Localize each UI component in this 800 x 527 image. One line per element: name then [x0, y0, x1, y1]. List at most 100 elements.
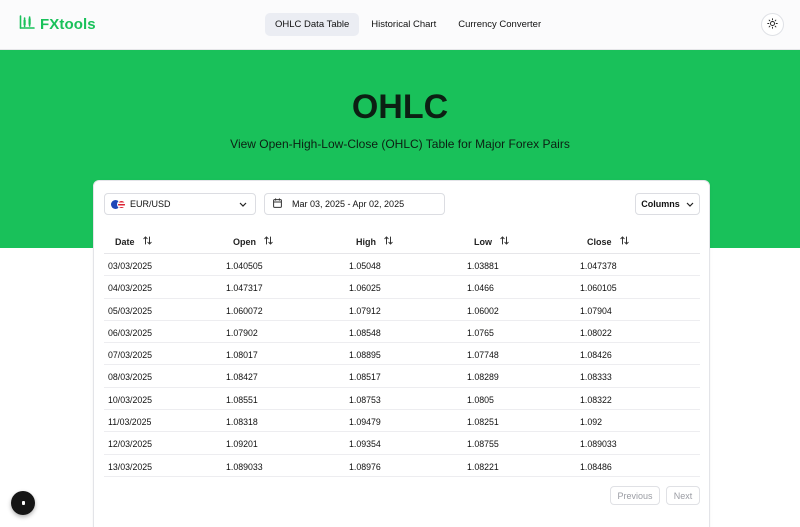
cell-low: 1.0466	[467, 283, 494, 294]
cell-open: 1.08318	[226, 417, 258, 428]
cell-open: 1.08427	[226, 372, 258, 383]
cell-low: 1.08755	[467, 439, 499, 450]
cell-low: 1.0805	[467, 394, 494, 405]
column-header-close[interactable]: Close	[587, 236, 629, 247]
previous-page-button[interactable]: Previous	[610, 486, 660, 505]
date-range-picker[interactable]: Mar 03, 2025 - Apr 02, 2025	[264, 193, 445, 215]
sort-arrows-icon	[264, 236, 273, 247]
nav-ohlc-data-table[interactable]: OHLC Data Table	[265, 13, 360, 36]
table-row: 12/03/2025 1.09201 1.09354 1.08755 1.089…	[104, 432, 700, 455]
table-row: 11/03/2025 1.08318 1.09479 1.08251 1.092	[104, 410, 700, 433]
table-row: 10/03/2025 1.08551 1.08753 1.0805 1.0832…	[104, 388, 700, 411]
cell-date: 08/03/2025	[108, 372, 153, 383]
table-row: 03/03/2025 1.040505 1.05048 1.03881 1.04…	[104, 254, 700, 277]
cell-high: 1.09354	[349, 439, 381, 450]
cell-open: 1.08017	[226, 350, 258, 361]
cell-open: 1.07902	[226, 327, 258, 338]
cell-close: 1.08322	[580, 394, 612, 405]
cell-low: 1.08289	[467, 372, 499, 383]
brand-name: FXtools	[40, 16, 96, 33]
cell-low: 1.03881	[467, 261, 499, 271]
cell-high: 1.08548	[349, 327, 381, 338]
table-row: 05/03/2025 1.060072 1.07912 1.06002 1.07…	[104, 299, 700, 321]
cell-close: 1.060105	[580, 283, 617, 294]
sort-arrows-icon	[619, 236, 629, 247]
cell-close: 1.07904	[580, 305, 612, 316]
sort-arrows-icon	[384, 236, 393, 247]
eu-us-flag-icon	[111, 199, 127, 209]
cell-close: 1.047378	[580, 261, 617, 271]
cell-open: 1.060072	[226, 305, 263, 316]
cell-low: 1.07748	[467, 350, 499, 361]
cell-low: 1.08221	[467, 461, 499, 472]
column-header-label: Date	[115, 236, 135, 247]
cell-high: 1.09479	[349, 417, 381, 428]
table-row: 08/03/2025 1.08427 1.08517 1.08289 1.083…	[104, 365, 700, 388]
cell-date: 03/03/2025	[108, 261, 153, 271]
theme-toggle-button[interactable]	[761, 13, 784, 36]
ohlc-table-card: EUR/USD Mar 03, 2025 - Apr 02, 2025 Colu…	[93, 180, 710, 527]
calendar-icon	[273, 198, 282, 210]
date-range-value: Mar 03, 2025 - Apr 02, 2025	[292, 199, 405, 209]
floating-chat-button[interactable]	[11, 491, 35, 515]
table-header: Date Open High Low Close	[104, 227, 700, 254]
top-navbar: FXtools OHLC Data Table Historical Chart…	[0, 0, 800, 50]
cell-date: 13/03/2025	[108, 461, 153, 472]
chart-logo-icon	[19, 15, 35, 34]
currency-pair-value: EUR/USD	[130, 199, 171, 209]
sun-icon	[767, 16, 778, 34]
dot-icon	[21, 501, 25, 505]
column-header-label: Open	[233, 236, 257, 247]
cell-open: 1.08551	[226, 394, 258, 405]
cell-date: 04/03/2025	[108, 283, 153, 294]
column-header-open[interactable]: Open	[233, 236, 273, 247]
cell-date: 06/03/2025	[108, 327, 153, 338]
cell-open: 1.040505	[226, 261, 263, 271]
cell-close: 1.08426	[580, 350, 612, 361]
page-title: OHLC	[351, 88, 449, 126]
next-page-button[interactable]: Next	[666, 486, 700, 505]
cell-close: 1.092	[580, 417, 603, 428]
column-header-label: Close	[587, 236, 612, 247]
cell-low: 1.06002	[467, 305, 499, 316]
cell-open: 1.047317	[226, 283, 263, 294]
cell-date: 10/03/2025	[108, 394, 153, 405]
cell-high: 1.08895	[349, 350, 381, 361]
column-header-high[interactable]: High	[356, 236, 393, 247]
currency-pair-select[interactable]: EUR/USD	[104, 193, 256, 215]
table-row: 04/03/2025 1.047317 1.06025 1.0466 1.060…	[104, 276, 700, 299]
cell-date: 05/03/2025	[108, 305, 153, 316]
cell-date: 11/03/2025	[108, 417, 152, 428]
cell-open: 1.089033	[226, 461, 263, 472]
sort-arrows-icon	[142, 236, 152, 247]
cell-close: 1.08333	[580, 372, 612, 383]
table-row: 13/03/2025 1.089033 1.08976 1.08221 1.08…	[104, 455, 700, 477]
cell-high: 1.08517	[349, 372, 381, 383]
cell-date: 12/03/2025	[108, 439, 153, 450]
cell-high: 1.08753	[349, 394, 381, 405]
columns-button[interactable]: Columns	[635, 193, 700, 215]
nav-currency-converter[interactable]: Currency Converter	[448, 13, 551, 36]
column-header-low[interactable]: Low	[474, 236, 509, 247]
cell-close: 1.08486	[580, 461, 612, 472]
column-header-label: Low	[474, 236, 492, 247]
cell-low: 1.08251	[467, 417, 499, 428]
cell-open: 1.09201	[226, 439, 258, 450]
cell-low: 1.0765	[467, 327, 494, 338]
column-header-label: High	[356, 236, 376, 247]
cell-high: 1.07912	[349, 305, 381, 316]
table-row: 06/03/2025 1.07902 1.08548 1.0765 1.0802…	[104, 321, 700, 344]
brand-logo[interactable]: FXtools	[19, 15, 96, 34]
table-row: 07/03/2025 1.08017 1.08895 1.07748 1.084…	[104, 343, 700, 366]
sort-arrows-icon	[500, 236, 509, 247]
chevron-down-icon	[686, 199, 694, 209]
page-subtitle: View Open-High-Low-Close (OHLC) Table fo…	[230, 137, 570, 151]
cell-close: 1.08022	[580, 327, 612, 338]
column-header-date[interactable]: Date	[115, 236, 152, 247]
cell-date: 07/03/2025	[108, 350, 153, 361]
chevron-down-icon	[239, 199, 247, 209]
ohlc-table: Date Open High Low Close 03/03/2025 1.04…	[104, 227, 700, 477]
nav-historical-chart[interactable]: Historical Chart	[361, 13, 446, 36]
columns-label: Columns	[641, 199, 680, 209]
main-nav: OHLC Data Table Historical Chart Currenc…	[265, 13, 551, 36]
